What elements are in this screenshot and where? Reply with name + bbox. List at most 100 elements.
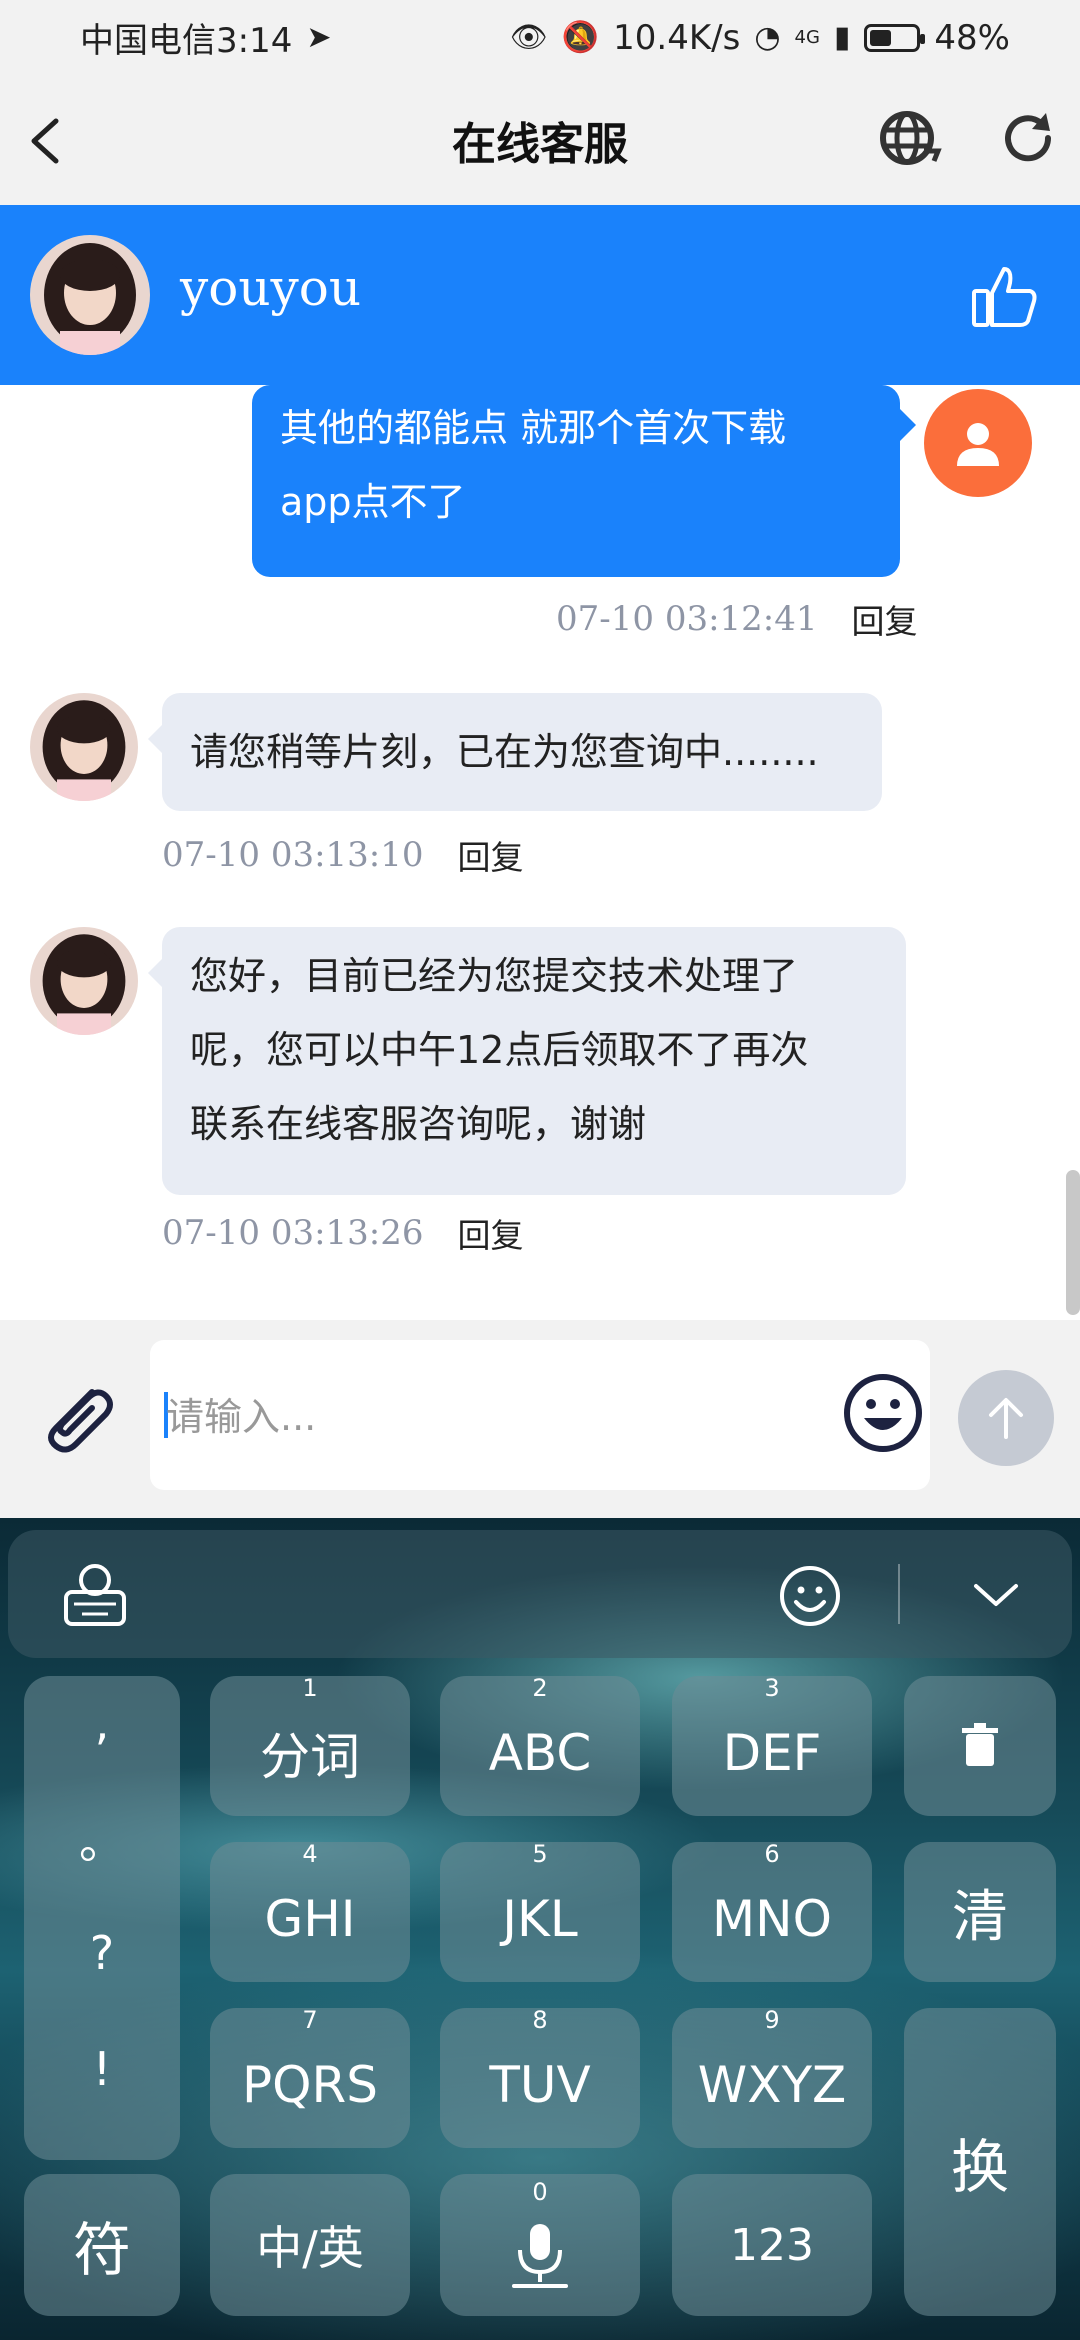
- agent-header: youyou: [0, 205, 1080, 385]
- microphone-icon: [512, 2224, 568, 2288]
- reply-button[interactable]: 回复: [458, 831, 524, 879]
- agent-name: youyou: [180, 259, 362, 317]
- network-speed: 10.4K/s: [613, 17, 741, 58]
- message-bubble-in[interactable]: 请您稍等片刻，已在为您查询中........: [162, 693, 882, 811]
- punctuation-key[interactable]: ?: [24, 1926, 180, 1980]
- message-meta: 07-10 03:13:10 回复: [162, 831, 524, 879]
- key-9[interactable]: 9 WXYZ: [672, 2006, 872, 2148]
- key-number: 5: [532, 1840, 548, 1868]
- key-number: 4: [302, 1840, 318, 1868]
- key-label: JKL: [502, 1890, 578, 1948]
- reply-button[interactable]: 回复: [458, 1209, 524, 1257]
- battery-icon: [864, 23, 926, 52]
- key-number: 6: [764, 1840, 780, 1868]
- chevron-down-icon[interactable]: [970, 1574, 1022, 1614]
- voice-key[interactable]: 0: [440, 2174, 640, 2316]
- agent-avatar-small: [30, 693, 138, 801]
- send-button[interactable]: [958, 1370, 1054, 1466]
- key-7[interactable]: 7 PQRS: [210, 2006, 410, 2148]
- delete-key[interactable]: [904, 1676, 1056, 1816]
- message-line: 您好，目前已经为您提交技术处理了: [190, 954, 799, 998]
- key-5[interactable]: 5 JKL: [440, 1840, 640, 1982]
- message-input[interactable]: 请输入...: [150, 1340, 930, 1490]
- symbols-key[interactable]: 符: [24, 2174, 180, 2316]
- key-number: 0: [532, 2178, 548, 2206]
- battery-percent: 48%: [934, 17, 1010, 58]
- message-time: 07-10 03:13:26: [162, 1213, 424, 1253]
- key-1[interactable]: 1 分词: [210, 1674, 410, 1816]
- message-bubble-out[interactable]: 其他的都能点 就那个首次下载 app点不了: [252, 385, 900, 577]
- key-number: 2: [532, 1674, 548, 1702]
- punctuation-key[interactable]: ,: [24, 1696, 180, 1750]
- input-bar: 请输入...: [0, 1320, 1080, 1518]
- message-line: 请您稍等片刻，已在为您查询中........: [190, 730, 819, 774]
- chat-scrollbar[interactable]: [1066, 1170, 1080, 1315]
- bubble-tail: [148, 725, 162, 753]
- signal-icon: ▮: [833, 20, 851, 55]
- key-number: 7: [302, 2006, 318, 2034]
- carrier-time: 中国电信3:14: [80, 21, 293, 61]
- key-4[interactable]: 4 GHI: [210, 1840, 410, 1982]
- keyboard: , 。 ? ! 1 分词 2 ABC 3 DEF 4 GHI 5 JKL 6 M…: [0, 1518, 1080, 2340]
- network-type: 4G: [794, 27, 820, 48]
- switch-key[interactable]: 换: [904, 2008, 1056, 2316]
- clear-key[interactable]: 清: [904, 1842, 1056, 1982]
- numbers-key[interactable]: 123: [672, 2174, 872, 2316]
- message-line: 联系在线客服咨询呢，谢谢: [190, 1102, 647, 1146]
- key-label: 清: [952, 1884, 1008, 1950]
- attachment-icon[interactable]: [32, 1372, 118, 1458]
- emoji-icon[interactable]: [842, 1372, 924, 1454]
- keyboard-toolbar: [8, 1530, 1072, 1658]
- mute-icon: 🔕: [561, 20, 600, 55]
- thumbs-up-icon[interactable]: [970, 261, 1040, 331]
- emoji-keyboard-icon[interactable]: [778, 1564, 842, 1628]
- refresh-icon[interactable]: [998, 107, 1060, 169]
- chat-area[interactable]: 其他的都能点 就那个首次下载 app点不了 07-10 03:12:41 回复 …: [0, 385, 1080, 1320]
- key-label: PQRS: [242, 2056, 378, 2114]
- punctuation-key[interactable]: !: [24, 2042, 180, 2096]
- key-number: 3: [764, 1674, 780, 1702]
- key-number: 1: [302, 1674, 318, 1702]
- status-bar: 中国电信3:14 ➤ 👁 🔕 10.4K/s ◔ 4G ▮ 48%: [0, 0, 1080, 75]
- bubble-tail: [900, 409, 916, 441]
- key-2[interactable]: 2 ABC: [440, 1674, 640, 1816]
- message-meta: 07-10 03:12:41 回复: [556, 595, 918, 643]
- key-8[interactable]: 8 TUV: [440, 2006, 640, 2148]
- key-number: 8: [532, 2006, 548, 2034]
- key-label: 符: [72, 2216, 131, 2284]
- back-icon[interactable]: [18, 111, 78, 171]
- key-label: WXYZ: [697, 2056, 847, 2114]
- message-meta: 07-10 03:13:26 回复: [162, 1209, 524, 1257]
- trash-icon: [962, 1723, 998, 1766]
- nav-bar: 在线客服: [0, 75, 1080, 205]
- message-bubble-in[interactable]: 您好，目前已经为您提交技术处理了 呢，您可以中午12点后领取不了再次 联系在线客…: [162, 927, 906, 1195]
- reply-button[interactable]: 回复: [852, 595, 918, 643]
- message-time: 07-10 03:13:10: [162, 835, 424, 875]
- eye-icon: 👁: [509, 20, 548, 55]
- arrow-up-icon: [989, 1398, 1023, 1439]
- key-3[interactable]: 3 DEF: [672, 1674, 872, 1816]
- translate-icon[interactable]: [876, 105, 942, 171]
- key-label: 换: [950, 2133, 1009, 2201]
- page-title: 在线客服: [452, 119, 628, 170]
- punctuation-column[interactable]: , 。 ? !: [24, 1676, 180, 2160]
- wifi-icon: ◔: [754, 20, 781, 55]
- key-label: 123: [730, 2219, 814, 2271]
- key-6[interactable]: 6 MNO: [672, 1840, 872, 1982]
- key-number: 9: [764, 2006, 780, 2034]
- message-line: 其他的都能点 就那个首次下载: [280, 406, 787, 450]
- send-icon: ➤: [306, 20, 332, 55]
- message-line: 呢，您可以中午12点后领取不了再次: [190, 1028, 809, 1072]
- language-key[interactable]: 中/英: [210, 2174, 410, 2316]
- input-placeholder: 请输入...: [166, 1395, 317, 1439]
- bubble-tail: [148, 959, 162, 987]
- person-icon: [957, 423, 999, 466]
- punctuation-key[interactable]: 。: [24, 1806, 180, 1872]
- battery-fill: [870, 29, 892, 46]
- user-avatar: [924, 389, 1032, 497]
- message-line: app点不了: [280, 480, 466, 524]
- agent-avatar[interactable]: [30, 235, 150, 355]
- key-label: GHI: [264, 1890, 356, 1948]
- key-label: ABC: [488, 1724, 592, 1782]
- keyboard-settings-icon[interactable]: [60, 1560, 130, 1630]
